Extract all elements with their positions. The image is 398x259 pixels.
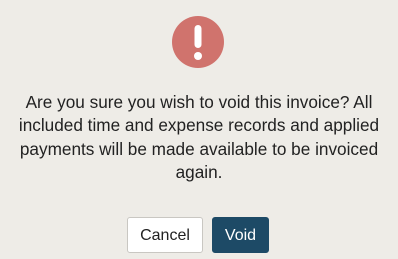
cancel-button[interactable]: Cancel — [127, 217, 203, 253]
void-invoice-dialog: Are you sure you wish to void this invoi… — [0, 0, 398, 259]
confirmation-message: Are you sure you wish to void this invoi… — [18, 92, 380, 183]
exclamation-icon — [172, 16, 224, 68]
void-button[interactable]: Void — [212, 217, 269, 253]
